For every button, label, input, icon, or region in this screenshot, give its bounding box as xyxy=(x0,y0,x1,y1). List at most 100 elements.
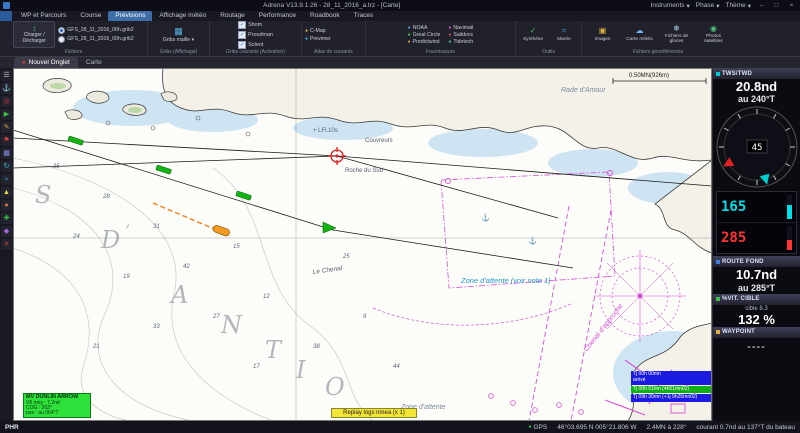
checkbox-checked-icon: ✓ xyxy=(238,30,247,39)
panel-icon xyxy=(716,330,720,335)
fichiers-glaces-button[interactable]: ❄ Fichiers de glaces xyxy=(660,24,694,44)
add-icon[interactable]: ✚ xyxy=(1,213,12,224)
edit-icon[interactable]: ✎ xyxy=(1,122,12,133)
tab-carte[interactable]: Carte xyxy=(78,57,110,68)
close-button[interactable]: × xyxy=(787,2,796,9)
provider-tidetech[interactable]: ● Tidetech xyxy=(448,39,473,45)
ribbon-group-gribs-affichage: ▦ Gribs maille ▾ Gribs (Affichage) xyxy=(148,21,210,56)
layers-icon[interactable]: ◆ xyxy=(1,226,12,237)
provider-noaa[interactable]: ● NOAA xyxy=(408,25,441,31)
maree-button[interactable]: ≈ Marée xyxy=(550,26,578,41)
eta-box[interactable]: Tj 00h 51mn (4h51mn02) xyxy=(631,385,711,394)
theme-menu[interactable]: Thème ▾ xyxy=(726,2,752,10)
boat-info-box[interactable]: MV DUNLIN ARROW V8 moy : 7.2nd COG : 262… xyxy=(23,393,91,419)
tab-routage[interactable]: Routage xyxy=(213,11,252,21)
route-icon[interactable]: ▶ xyxy=(1,109,12,120)
tab-traces[interactable]: Traces xyxy=(347,11,381,21)
carte-meteo-button[interactable]: ☁ Carte météo xyxy=(623,26,657,41)
checkbox-checked-icon: ✓ xyxy=(238,20,247,29)
provider-icon: ● xyxy=(407,31,411,38)
buoy-icon[interactable]: ● xyxy=(1,200,12,211)
grib-file-option-1[interactable]: GFS_28_11_2016_06h.grib2 xyxy=(58,26,134,34)
title-bar: Adrena V13.9.1.26 - 28_11_2016_a.trz - [… xyxy=(0,0,800,11)
phase-menu[interactable]: Phase ▾ xyxy=(696,2,720,10)
photos-satellites-button[interactable]: ◉ Photos satellites xyxy=(697,24,731,44)
svg-text:38: 38 xyxy=(313,344,320,350)
atlas-icon: ● xyxy=(305,27,309,34)
tab-wp-et-parcours[interactable]: WP et Parcours xyxy=(14,11,73,21)
current-info: courant 0.7nd au 137°T du bateau xyxy=(696,423,795,431)
target-icon[interactable]: ◎ xyxy=(1,96,12,107)
grid-icon[interactable]: ▦ xyxy=(1,148,12,159)
group-label: Atlas de courants xyxy=(314,49,353,55)
images-button[interactable]: ▣ Images xyxy=(586,26,620,41)
instruments-menu[interactable]: Instruments ▾ xyxy=(651,2,690,10)
tws-header[interactable]: TWS/TWD xyxy=(713,68,800,79)
tab-affichage-meteo[interactable]: Affichage météo xyxy=(152,11,213,21)
eta-box[interactable]: Tj 00h 00mn arrivé xyxy=(631,371,711,385)
tws-value: 20.8nd xyxy=(735,79,778,94)
load-unload-button[interactable]: ↕ Charger / Décharger xyxy=(13,21,56,48)
provider-predictwind[interactable]: ● Predictwind xyxy=(408,39,441,45)
tab-course[interactable]: Course xyxy=(73,11,108,21)
group-label: Gribs courants (Activation) xyxy=(226,49,285,55)
tab-roadbook[interactable]: Roadbook xyxy=(303,11,347,21)
checkbox-shom[interactable]: ✓ Shom xyxy=(238,20,273,29)
wind-icon[interactable]: ≈ xyxy=(1,174,12,185)
flag-icon[interactable]: ⚑ xyxy=(1,135,12,146)
ribbon-group-atlas: ● C-Map ● Previmer Atlas de courants xyxy=(302,21,366,56)
instrument-panel: TWS/TWD 20.8nd au 240°T 45 165 285 ROUTE… xyxy=(712,68,800,421)
distance-bearing: 2.4MN à 228° xyxy=(646,423,687,431)
view-tab-bar: ● Nouvel Onglet Carte xyxy=(0,57,800,68)
tab-previsions[interactable]: Prévisions xyxy=(108,11,153,21)
synthese-button[interactable]: ✓ Synthèse xyxy=(519,26,547,41)
tab-nouvel-onglet[interactable]: ● Nouvel Onglet xyxy=(14,57,78,68)
sail-icon[interactable]: ▲ xyxy=(1,187,12,198)
checkbox-solent[interactable]: ✓ Solent xyxy=(238,40,273,49)
ribbon-group-gribs-courants: ✓ Shom ✓ Proudman ✓ Solent Gribs courant… xyxy=(210,20,302,56)
radio-icon xyxy=(58,35,66,43)
app-menu-button[interactable] xyxy=(0,11,12,21)
svg-text:33: 33 xyxy=(153,324,160,330)
atlas-cmap-button[interactable]: ● C-Map xyxy=(305,28,326,34)
provider-great-circle[interactable]: ● Great Circle xyxy=(408,32,441,38)
gribs-maille-button[interactable]: ▦ Gribs maille ▾ xyxy=(163,26,194,43)
grib-file-option-2[interactable]: GFS_28_11_2016_00h.grib2 xyxy=(58,35,134,43)
group-label: Fichiers xyxy=(64,49,83,55)
replay-status-box[interactable]: Replay logs nmea (x 1) xyxy=(331,408,417,418)
refresh-icon[interactable]: ↻ xyxy=(1,161,12,172)
waypoint-header[interactable]: WAYPOINT xyxy=(713,326,800,338)
anchor-symbol-icon: ⚓ xyxy=(528,236,537,245)
eta-box[interactable]: Tj 09h 30mn (+1j 9h26mn02) xyxy=(631,394,711,402)
tide-wave-icon: ≈ xyxy=(561,26,567,36)
provider-icon: ● xyxy=(448,31,452,38)
images-icon: ▣ xyxy=(598,26,607,36)
digital-instrument-cluster[interactable]: 165 285 xyxy=(716,191,797,255)
anchor-icon[interactable]: ⚓ xyxy=(1,83,12,94)
panel-icon xyxy=(716,297,720,302)
svg-text:N: N xyxy=(220,311,243,339)
waypoint-value: ---- xyxy=(747,340,766,353)
chart-label: + LFl.10s xyxy=(313,128,338,134)
svg-text:42: 42 xyxy=(183,264,190,270)
provider-saildocs[interactable]: ● Saildocs xyxy=(448,32,473,38)
svg-text:28: 28 xyxy=(102,194,110,200)
tab-performance[interactable]: Performance xyxy=(252,11,303,21)
checkbox-proudman[interactable]: ✓ Proudman xyxy=(238,30,273,39)
close-icon[interactable]: ✕ xyxy=(1,239,12,250)
route-fond-header[interactable]: ROUTE FOND xyxy=(713,256,800,268)
atlas-previmer-button[interactable]: ● Previmer xyxy=(305,36,331,42)
gps-status: ● GPS xyxy=(528,423,548,431)
provider-navimail[interactable]: ● Navimail xyxy=(448,25,473,31)
cluster-bottom-bar xyxy=(787,226,792,251)
restore-button[interactable]: □ xyxy=(772,2,781,9)
vit-cible-header[interactable]: %VIT. CIBLE xyxy=(713,293,800,305)
menu-icon[interactable]: ☰ xyxy=(1,70,12,81)
minimize-button[interactable]: – xyxy=(757,2,766,9)
chart-label: Roche du Sud xyxy=(345,168,383,174)
svg-text:19: 19 xyxy=(123,274,130,280)
svg-text:A: A xyxy=(169,281,188,309)
nautical-chart-canvas[interactable]: ⚓ ⚓ 0.50MN(926m) S D ’ A N T I O Rade d'… xyxy=(13,68,712,421)
compass-gauge[interactable]: 45 xyxy=(713,105,800,189)
ribbon-group-fournisseurs: ● NOAA ● Great Circle ● Predictwind ● Navima… xyxy=(366,21,516,56)
